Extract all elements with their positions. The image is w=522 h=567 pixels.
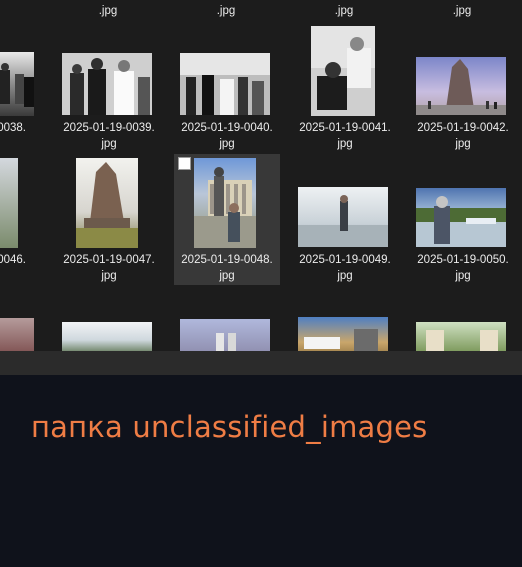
file-ext-label: .jpg [98,5,118,17]
photo-thumbnail [298,187,388,247]
file-name-label: 9-0038. [0,122,26,134]
photo-thumbnail [0,52,34,116]
file-ext-label: jpg [219,138,235,150]
file-tile[interactable]: 2025-01-19-0041. jpg [292,22,398,153]
file-tile[interactable]: 9-0038. [0,22,46,153]
file-ext-label: jpg [337,270,353,282]
photo-thumbnail [194,158,256,248]
file-name-label: 2025-01-19-0042. [417,122,509,134]
file-explorer-pane: .jpg .jpg .jpg .jpg 9-0038. 2025-01-19-0… [0,0,522,375]
file-tile-selected[interactable]: 2025-01-19-0048. jpg [174,154,280,285]
file-name-label: 2025-01-19-0049. [299,254,391,266]
photo-thumbnail [76,158,138,248]
photo-thumbnail [311,26,375,116]
file-ext-label: .jpg [334,5,354,17]
file-ext-label: jpg [455,270,471,282]
select-checkbox[interactable] [178,157,191,170]
file-tile[interactable]: 2025-01-19-0042. jpg [410,22,516,153]
horizontal-scrollbar[interactable] [0,351,522,375]
file-name-label: 2025-01-19-0041. [299,122,391,134]
file-tile[interactable]: 2025-01-19-0050. jpg [410,154,516,285]
photo-thumbnail [62,53,152,115]
file-tile[interactable]: 2025-01-19-0047. jpg [56,154,162,285]
file-ext-label: jpg [219,270,235,282]
file-tile[interactable]: 9-0046. [0,154,46,285]
photo-thumbnail [416,57,506,115]
photo-thumbnail [416,188,506,247]
file-name-label: 9-0046. [0,254,26,266]
photo-thumbnail [180,53,270,115]
file-ext-label: .jpg [216,5,236,17]
file-ext-label: jpg [455,138,471,150]
file-ext-label: jpg [101,270,117,282]
folder-caption: папка unclassified_images [31,410,428,444]
file-ext-label: jpg [101,138,117,150]
file-tile[interactable]: 2025-01-19-0049. jpg [292,154,398,285]
file-name-label: 2025-01-19-0039. [63,122,155,134]
file-name-label: 2025-01-19-0047. [63,254,155,266]
file-name-label: 2025-01-19-0048. [181,254,273,266]
file-ext-label: jpg [337,138,353,150]
file-tile[interactable]: 2025-01-19-0040. jpg [174,22,280,153]
photo-thumbnail [0,158,18,248]
file-name-label: 2025-01-19-0040. [181,122,273,134]
file-tile[interactable]: 2025-01-19-0039. jpg [56,22,162,153]
file-ext-label: .jpg [452,5,472,17]
file-name-label: 2025-01-19-0050. [417,254,509,266]
